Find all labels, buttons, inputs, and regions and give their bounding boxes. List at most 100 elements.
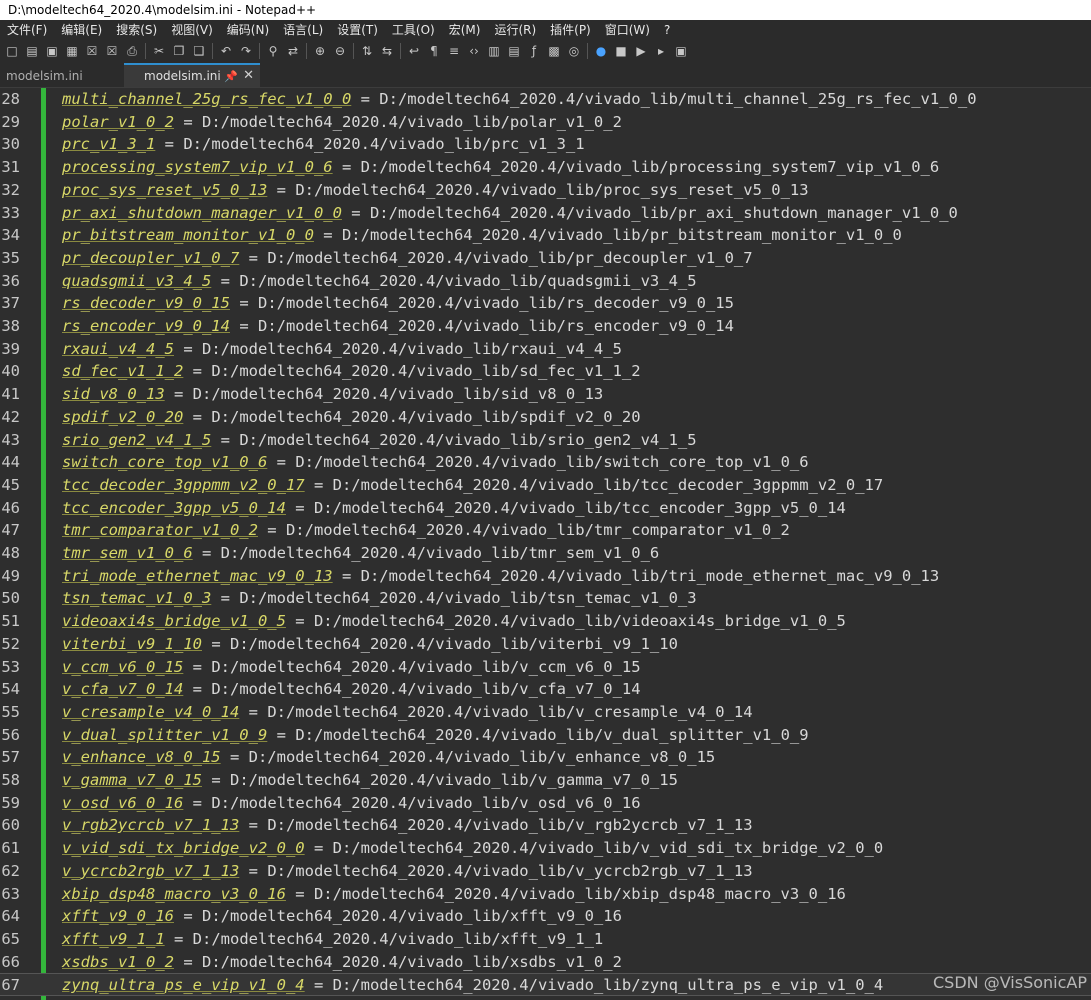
- close-all-icon[interactable]: ☒: [104, 43, 120, 59]
- ini-equals: =: [239, 248, 268, 267]
- menu-item[interactable]: 视图(V): [164, 20, 220, 40]
- code-line[interactable]: 35 pr_decoupler_v1_0_7 = D:/modeltech64_2…: [0, 247, 1091, 270]
- code-line[interactable]: 40 sd_fec_v1_1_2 = D:/modeltech64_2020.4/…: [0, 360, 1091, 383]
- redo-icon[interactable]: ↷: [238, 43, 254, 59]
- code-line[interactable]: 29 polar_v1_0_2 = D:/modeltech64_2020.4/v…: [0, 111, 1091, 134]
- find-icon[interactable]: ⚲: [265, 43, 281, 59]
- code-line[interactable]: 34 pr_bitstream_monitor_v1_0_0 = D:/model…: [0, 224, 1091, 247]
- line-text: proc_sys_reset_v5_0_13 = D:/modeltech64_…: [62, 179, 809, 202]
- menu-item[interactable]: 搜索(S): [109, 20, 164, 40]
- menu-item[interactable]: 宏(M): [442, 20, 488, 40]
- replace-icon[interactable]: ⇄: [285, 43, 301, 59]
- code-line[interactable]: 66 xsdbs_v1_0_2 = D:/modeltech64_2020.4/v…: [0, 951, 1091, 974]
- code-line[interactable]: 33 pr_axi_shutdown_manager_v1_0_0 = D:/mo…: [0, 202, 1091, 225]
- menu-item[interactable]: 语言(L): [276, 20, 330, 40]
- show-all-chars-icon[interactable]: ¶: [426, 43, 442, 59]
- toolbar-separator: [259, 43, 260, 59]
- close-icon[interactable]: ☒: [84, 43, 100, 59]
- indent-guide-icon[interactable]: ≡: [446, 43, 462, 59]
- code-line[interactable]: 38 rs_encoder_v9_0_14 = D:/modeltech64_20…: [0, 315, 1091, 338]
- zoom-in-icon[interactable]: ⊕: [312, 43, 328, 59]
- code-line[interactable]: 44 switch_core_top_v1_0_6 = D:/modeltech6…: [0, 451, 1091, 474]
- code-line[interactable]: 43 srio_gen2_v4_1_5 = D:/modeltech64_2020…: [0, 429, 1091, 452]
- code-line[interactable]: 37 rs_decoder_v9_0_15 = D:/modeltech64_20…: [0, 292, 1091, 315]
- print-icon[interactable]: ⎙: [124, 43, 140, 59]
- stop-macro-icon[interactable]: ■: [613, 43, 629, 59]
- code-line[interactable]: 52 viterbi_v9_1_10 = D:/modeltech64_2020.…: [0, 633, 1091, 656]
- code-line[interactable]: 61 v_vid_sdi_tx_bridge_v2_0_0 = D:/modelt…: [0, 837, 1091, 860]
- ini-equals: =: [183, 657, 212, 676]
- code-line[interactable]: 28 multi_channel_25g_rs_fec_v1_0_0 = D:/m…: [0, 88, 1091, 111]
- open-folder-icon[interactable]: ▤: [24, 43, 40, 59]
- code-line[interactable]: 36 quadsgmii_v3_4_5 = D:/modeltech64_2020…: [0, 270, 1091, 293]
- editor-pane[interactable]: 28 multi_channel_25g_rs_fec_v1_0_0 = D:/m…: [0, 88, 1091, 1000]
- copy-icon[interactable]: ❐: [171, 43, 187, 59]
- code-line[interactable]: 55 v_cresample_v4_0_14 = D:/modeltech64_2…: [0, 701, 1091, 724]
- sync-horizontal-icon[interactable]: ⇆: [379, 43, 395, 59]
- code-line[interactable]: 47 tmr_comparator_v1_0_2 = D:/modeltech64…: [0, 519, 1091, 542]
- code-line[interactable]: 42 spdif_v2_0_20 = D:/modeltech64_2020.4/…: [0, 406, 1091, 429]
- code-line[interactable]: 54 v_cfa_v7_0_14 = D:/modeltech64_2020.4/…: [0, 678, 1091, 701]
- menu-item[interactable]: 运行(R): [487, 20, 543, 40]
- close-tab-icon[interactable]: ✕: [243, 65, 254, 87]
- code-line[interactable]: 41 sid_v8_0_13 = D:/modeltech64_2020.4/vi…: [0, 383, 1091, 406]
- user-language-icon[interactable]: ‹›: [466, 43, 482, 59]
- save-macro-icon[interactable]: ▣: [673, 43, 689, 59]
- code-line[interactable]: 53 v_ccm_v6_0_15 = D:/modeltech64_2020.4/…: [0, 656, 1091, 679]
- code-line[interactable]: 63 xbip_dsp48_macro_v3_0_16 = D:/modeltec…: [0, 883, 1091, 906]
- code-line[interactable]: 45 tcc_decoder_3gppmm_v2_0_17 = D:/modelt…: [0, 474, 1091, 497]
- code-line[interactable]: 64 xfft_v9_0_16 = D:/modeltech64_2020.4/v…: [0, 905, 1091, 928]
- code-line[interactable]: 32 proc_sys_reset_v5_0_13 = D:/modeltech6…: [0, 179, 1091, 202]
- zoom-out-icon[interactable]: ⊖: [332, 43, 348, 59]
- save-all-icon[interactable]: ▦: [64, 43, 80, 59]
- code-line[interactable]: 30 prc_v1_3_1 = D:/modeltech64_2020.4/viv…: [0, 133, 1091, 156]
- code-line[interactable]: 56 v_dual_splitter_v1_0_9 = D:/modeltech6…: [0, 724, 1091, 747]
- ini-equals: =: [239, 861, 268, 880]
- menu-item[interactable]: 编辑(E): [54, 20, 109, 40]
- menu-item[interactable]: 编码(N): [220, 20, 276, 40]
- code-line[interactable]: 57 v_enhance_v8_0_15 = D:/modeltech64_202…: [0, 746, 1091, 769]
- code-line[interactable]: 62 v_ycrcb2rgb_v7_1_13 = D:/modeltech64_2…: [0, 860, 1091, 883]
- cut-icon[interactable]: ✂: [151, 43, 167, 59]
- tab-modelsim-ini-inactive[interactable]: modelsim.ini: [0, 65, 118, 87]
- paste-icon[interactable]: ❑: [191, 43, 207, 59]
- code-line[interactable]: 67 zynq_ultra_ps_e_vip_v1_0_4 = D:/modelt…: [0, 973, 1091, 996]
- folder-workspace-icon[interactable]: ▩: [546, 43, 562, 59]
- menu-item[interactable]: 文件(F): [0, 20, 54, 40]
- code-line[interactable]: 48 tmr_sem_v1_0_6 = D:/modeltech64_2020.4…: [0, 542, 1091, 565]
- sync-vertical-icon[interactable]: ⇅: [359, 43, 375, 59]
- save-icon[interactable]: ▣: [44, 43, 60, 59]
- code-line[interactable]: 51 videoaxi4s_bridge_v1_0_5 = D:/modeltec…: [0, 610, 1091, 633]
- menu-item[interactable]: 插件(P): [543, 20, 598, 40]
- menu-item[interactable]: ?: [657, 20, 677, 40]
- menu-item[interactable]: 设置(T): [330, 20, 385, 40]
- ini-value: D:/modeltech64_2020.4/vivado_lib/spdif_v…: [211, 407, 641, 426]
- code-line[interactable]: 31 processing_system7_vip_v1_0_6 = D:/mod…: [0, 156, 1091, 179]
- ini-value: D:/modeltech64_2020.4/vivado_lib/srio_ge…: [239, 430, 697, 449]
- menu-item[interactable]: 工具(O): [385, 20, 442, 40]
- line-number: 33: [1, 203, 20, 222]
- run-macro-multiple-icon[interactable]: ▸: [653, 43, 669, 59]
- code-line[interactable]: 60 v_rgb2ycrcb_v7_1_13 = D:/modeltech64_2…: [0, 814, 1091, 837]
- code-line[interactable]: 59 v_osd_v6_0_16 = D:/modeltech64_2020.4/…: [0, 792, 1091, 815]
- ini-key: v_dual_splitter_v1_0_9: [62, 725, 268, 744]
- function-list-icon[interactable]: ƒ: [526, 43, 542, 59]
- code-line[interactable]: 49 tri_mode_ethernet_mac_v9_0_13 = D:/mod…: [0, 565, 1091, 588]
- code-line[interactable]: 65 xfft_v9_1_1 = D:/modeltech64_2020.4/vi…: [0, 928, 1091, 951]
- code-line[interactable]: 58 v_gamma_v7_0_15 = D:/modeltech64_2020.…: [0, 769, 1091, 792]
- new-file-icon[interactable]: □: [4, 43, 20, 59]
- ini-equals: =: [257, 521, 286, 540]
- doc-list-icon[interactable]: ▤: [506, 43, 522, 59]
- doc-map-icon[interactable]: ▥: [486, 43, 502, 59]
- code-line[interactable]: 39 rxaui_v4_4_5 = D:/modeltech64_2020.4/v…: [0, 338, 1091, 361]
- monitor-icon[interactable]: ◎: [566, 43, 582, 59]
- undo-icon[interactable]: ↶: [218, 43, 234, 59]
- code-line[interactable]: 46 tcc_encoder_3gpp_v5_0_14 = D:/modeltec…: [0, 497, 1091, 520]
- code-line[interactable]: 50 tsn_temac_v1_0_3 = D:/modeltech64_2020…: [0, 587, 1091, 610]
- play-macro-icon[interactable]: ▶: [633, 43, 649, 59]
- word-wrap-icon[interactable]: ↩: [406, 43, 422, 59]
- tab-modelsim-ini-active[interactable]: modelsim.ini 📌 ✕: [124, 63, 260, 87]
- pin-icon[interactable]: 📌: [224, 66, 238, 88]
- menu-item[interactable]: 窗口(W): [598, 20, 657, 40]
- record-macro-icon[interactable]: ●: [593, 43, 609, 59]
